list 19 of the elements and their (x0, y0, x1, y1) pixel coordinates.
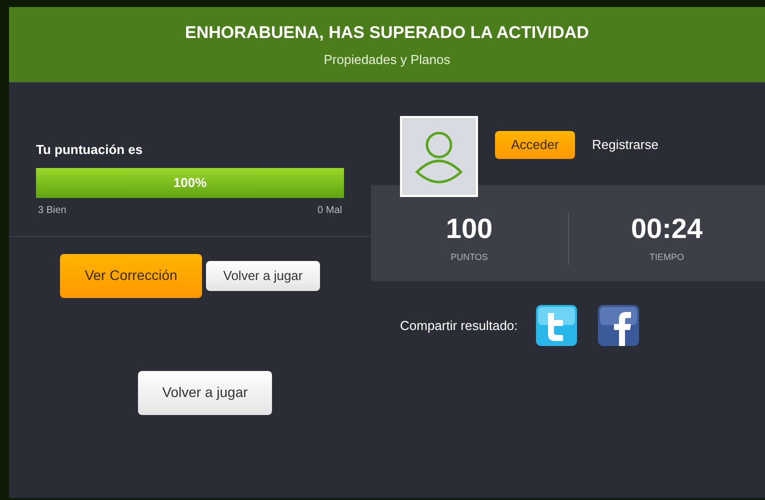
stat-value: 00:24 (630, 213, 703, 246)
score-label: Tu puntuación es (36, 141, 144, 159)
header-subtitle: Propiedades y Planos (324, 50, 450, 69)
progress-reading: 100% (172, 174, 208, 192)
login-button[interactable]: Acceder (495, 131, 575, 159)
stat-label: TIEMPO (649, 251, 684, 264)
replay-button[interactable]: Volver a jugar (206, 260, 320, 290)
stat-value: 100 (446, 213, 493, 246)
share-label: Compartir resultado: (400, 316, 518, 335)
replay-button[interactable]: Volver a jugar (138, 370, 272, 414)
facebook-icon[interactable] (598, 305, 639, 346)
register-link[interactable]: Registrarse (592, 131, 658, 159)
stat-label: PUNTOS (450, 251, 488, 264)
header-title: ENHORABUENA, HAS SUPERADO LA ACTIVIDAD (185, 22, 589, 44)
user-icon (415, 130, 463, 184)
twitter-icon[interactable] (536, 305, 577, 346)
wrong-count: 0 Mal (318, 204, 342, 218)
correct-count: 3 Bien (38, 204, 66, 218)
correction-button[interactable]: Ver Corrección (60, 254, 202, 298)
